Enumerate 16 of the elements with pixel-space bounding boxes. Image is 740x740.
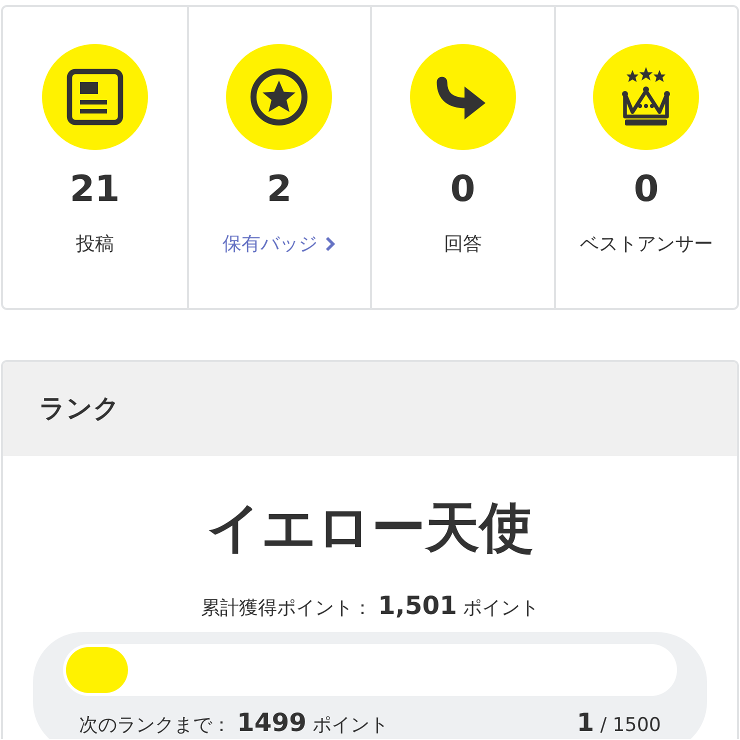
stat-label: ベストアンサー: [580, 232, 713, 257]
star-badge-icon: [249, 67, 310, 127]
article-icon: [64, 67, 125, 127]
stat-count: 2: [266, 170, 292, 210]
progress-count: 1 / 1500: [576, 707, 661, 739]
chevron-icon: [325, 236, 336, 252]
stat-count: 21: [70, 170, 120, 210]
total-points-text: 累計獲得ポイント： 1,501 ポイント: [200, 590, 540, 622]
stat-label: 投稿: [76, 232, 114, 257]
rank-name: イエロー天使: [206, 496, 534, 561]
stat-count: 0: [450, 170, 476, 210]
card-title: ランク: [39, 392, 120, 426]
stat-label: 回答: [444, 232, 482, 257]
next-rank-text: 次のランクまで： 1499 ポイント: [79, 707, 389, 739]
stat-count: 0: [634, 170, 659, 210]
badges-link[interactable]: 保有バッジ: [222, 230, 336, 258]
